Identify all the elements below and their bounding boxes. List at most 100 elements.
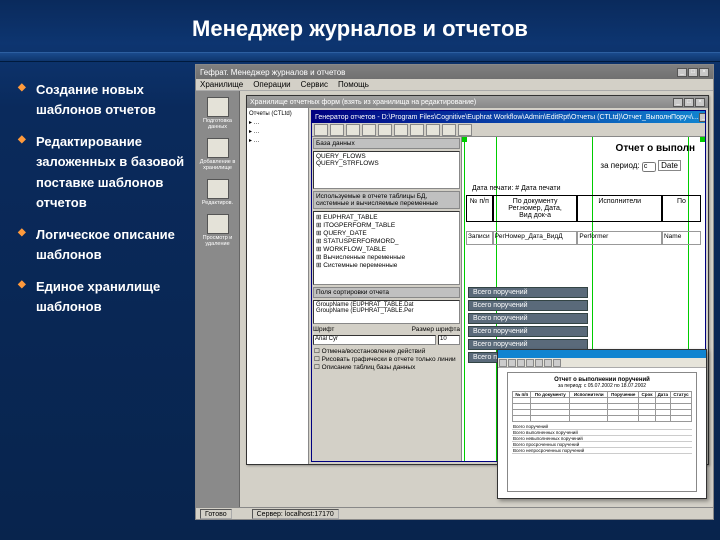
tree-node[interactable]: ⊞ WORKFLOW_TABLE	[316, 245, 457, 253]
preview-table: № п/п По документу Исполнители Поручение…	[512, 391, 692, 422]
query-list[interactable]: QUERY_FLOWS QUERY_STRFLOWS	[313, 151, 460, 189]
minimize-icon[interactable]: _	[699, 113, 705, 122]
tool-prepare[interactable]: Подготовка данных	[200, 97, 236, 130]
minimize-icon[interactable]: _	[673, 98, 683, 107]
undo-icon[interactable]	[410, 124, 424, 136]
print-date-field[interactable]: Дата печати: # Дата печати	[472, 185, 561, 192]
tool-view-delete[interactable]: Просмотр и удаление	[200, 214, 236, 247]
tree-node[interactable]: ⊞ ITOGPERFORM_TABLE	[316, 221, 457, 229]
maximize-icon[interactable]: □	[688, 68, 698, 77]
checkbox-describe-tables[interactable]: ☐ Описание таблиц базы данных	[314, 363, 459, 371]
open-icon[interactable]	[330, 124, 344, 136]
generator-title-text: Генератор отчетов - D:\Program Files\Cog…	[315, 114, 699, 121]
field-binding[interactable]: Performer	[577, 231, 662, 245]
tool-add[interactable]: Добавление в хранилище	[200, 138, 236, 171]
sort-list[interactable]: GroupName (EUPHRAT_TABLE.Dat GroupName (…	[313, 300, 460, 324]
print-preview-window: Отчет о выполнении поручений за период: …	[497, 349, 707, 499]
preview-icon[interactable]	[442, 124, 456, 136]
tables-tree[interactable]: ⊞ EUPHRAT_TABLE ⊞ ITOGPERFORM_TABLE ⊞ QU…	[313, 211, 460, 285]
app-title-text: Гефрат. Менеджер журналов и отчетов	[200, 68, 345, 77]
tree-node[interactable]: ⊞ QUERY_DATE	[316, 229, 457, 237]
tree-node[interactable]: ⊞ Системные переменные	[316, 261, 457, 269]
checkbox-lines-only[interactable]: ☐ Рисовать графически в отчете только ли…	[314, 355, 459, 363]
paste-icon[interactable]	[394, 124, 408, 136]
print-icon[interactable]	[426, 124, 440, 136]
app-menubar: Хранилище Операции Сервис Помощь	[196, 79, 713, 91]
editor-title-text: Хранилище отчетных форм (взять из хранил…	[250, 99, 476, 106]
list-item[interactable]: QUERY_FLOWS	[316, 153, 457, 160]
status-ready: Готово	[200, 509, 232, 519]
reports-tree[interactable]: Отчеты (CTLtd) ▸ … ▸ … ▸ …	[247, 108, 309, 464]
totals-row[interactable]: Всего поручений	[468, 300, 588, 311]
maximize-icon[interactable]: □	[684, 98, 694, 107]
tree-node[interactable]: ⊞ EUPHRAT_TABLE	[316, 213, 457, 221]
tool-edit[interactable]: Редактиров.	[200, 179, 236, 206]
preview-tool-icon[interactable]	[544, 359, 552, 367]
preview-titlebar	[498, 350, 706, 358]
preview-tool-icon[interactable]	[499, 359, 507, 367]
tree-node[interactable]: ▸ …	[249, 127, 306, 136]
report-header-row: № п/п По документу Рег.номер, Дата, Вид …	[466, 195, 701, 222]
status-server: Сервер: localhost:17170	[252, 509, 339, 519]
col-header: Статус	[671, 392, 692, 398]
field-binding[interactable]: Записи	[466, 231, 493, 245]
totals-row[interactable]: Всего поручений	[468, 287, 588, 298]
list-item[interactable]: GroupName (EUPHRAT_TABLE.Per	[316, 308, 457, 314]
preview-tool-icon[interactable]	[535, 359, 543, 367]
tree-root[interactable]: Отчеты (CTLtd)	[249, 110, 306, 118]
checkbox-undo[interactable]: ☐ Отмена/восстановление действий	[314, 347, 459, 355]
col-header: Срок	[639, 392, 655, 398]
period-to-field[interactable]: Date	[658, 160, 681, 171]
database-icon	[207, 97, 229, 117]
field-binding[interactable]: Name	[662, 231, 701, 245]
tree-node[interactable]: ⊞ Вычисленные переменные	[316, 253, 457, 261]
preview-tool-icon[interactable]	[508, 359, 516, 367]
generator-toolbar	[312, 123, 705, 137]
add-icon	[207, 138, 229, 158]
menu-item[interactable]: Операции	[253, 80, 290, 89]
preview-summary: Всего поручений Всего выполненных поруче…	[512, 424, 692, 454]
table-row	[513, 416, 692, 422]
bullet-item: Редактирование заложенных в базовой пост…	[22, 132, 187, 213]
tables-caption: Используемые в отчете таблицы БД, систем…	[313, 191, 460, 209]
close-icon[interactable]: ×	[699, 68, 709, 77]
size-input[interactable]: 10	[438, 335, 460, 345]
tree-node[interactable]: ⊞ STATUSPERFORMORD_	[316, 237, 457, 245]
summary-line: Всего непросроченных поручений	[512, 448, 692, 454]
menu-item[interactable]: Хранилище	[200, 80, 243, 89]
preview-tool-icon[interactable]	[553, 359, 561, 367]
app-statusbar: Готово Сервер: localhost:17170	[196, 507, 713, 519]
totals-row[interactable]: Всего поручений	[468, 313, 588, 324]
field-binding[interactable]: РегНомер_Дата_ВидД	[493, 231, 578, 245]
new-icon[interactable]	[314, 124, 328, 136]
preview-tool-icon[interactable]	[526, 359, 534, 367]
generator-titlebar: Генератор отчетов - D:\Program Files\Cog…	[312, 111, 705, 123]
preview-period: за период: с 05.07.2002 по 18.07.2002	[512, 383, 692, 389]
menu-item[interactable]: Помощь	[338, 80, 369, 89]
options-group: ☐ Отмена/восстановление действий ☐ Рисов…	[312, 346, 461, 372]
close-icon[interactable]: ×	[695, 98, 705, 107]
report-title-field[interactable]: Отчет о выполн	[616, 143, 695, 154]
period-from-input[interactable]	[642, 162, 656, 172]
tree-node[interactable]: ▸ …	[249, 136, 306, 145]
report-data-row[interactable]: Записи РегНомер_Дата_ВидД Performer Name	[466, 231, 701, 245]
period-label: за период:	[600, 161, 639, 170]
cut-icon[interactable]	[362, 124, 376, 136]
list-item[interactable]: QUERY_STRFLOWS	[316, 160, 457, 167]
tree-node[interactable]: ▸ …	[249, 118, 306, 127]
preview-page: Отчет о выполнении поручений за период: …	[507, 372, 697, 492]
bullet-item: Создание новых шаблонов отчетов	[22, 80, 187, 120]
slide-title: Менеджер журналов и отчетов	[0, 0, 720, 52]
generator-left-panel: База данных QUERY_FLOWS QUERY_STRFLOWS И…	[312, 137, 462, 461]
db-panel-label: База данных	[313, 138, 460, 149]
totals-row[interactable]: Всего поручений	[468, 326, 588, 337]
menu-item[interactable]: Сервис	[301, 80, 328, 89]
minimize-icon[interactable]: _	[677, 68, 687, 77]
save-icon[interactable]	[346, 124, 360, 136]
col-header: № п/п	[513, 392, 531, 398]
help-icon[interactable]	[458, 124, 472, 136]
bullet-item: Логическое описание шаблонов	[22, 225, 187, 265]
preview-tool-icon[interactable]	[517, 359, 525, 367]
copy-icon[interactable]	[378, 124, 392, 136]
font-select[interactable]: Arial Cyr	[313, 335, 436, 345]
